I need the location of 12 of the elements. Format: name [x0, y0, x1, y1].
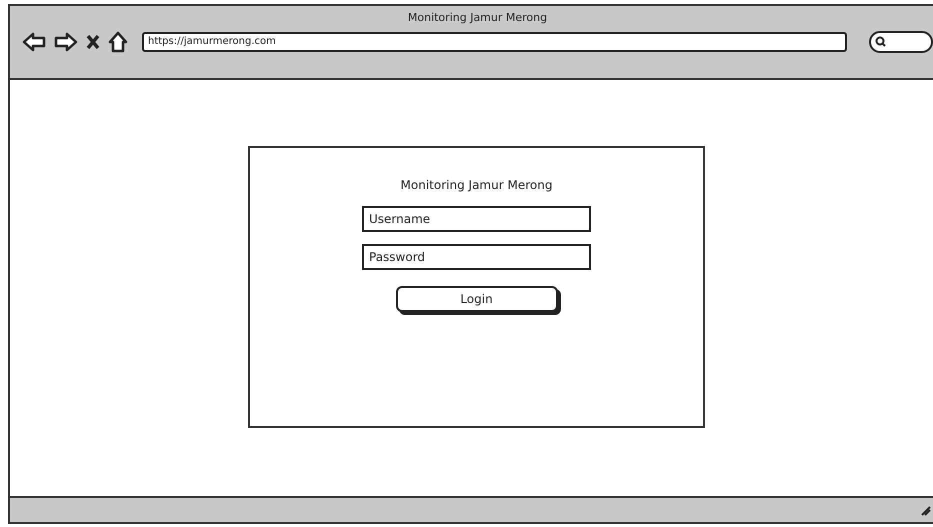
resize-grip-icon[interactable] [921, 504, 931, 516]
search-field[interactable] [869, 30, 933, 52]
input-field[interactable]: Password [362, 244, 591, 270]
home-icon[interactable] [108, 30, 128, 52]
forward-icon[interactable] [54, 32, 78, 52]
window-title: Monitoring Jamur Merong [408, 10, 548, 26]
close-icon[interactable] [86, 34, 100, 50]
address-bar[interactable]: https://jamurmerong.com [142, 32, 847, 52]
search-icon [875, 36, 886, 47]
login-title: Monitoring Jamur Merong [400, 177, 552, 194]
back-icon[interactable] [22, 32, 46, 52]
input-field[interactable]: Username [362, 206, 591, 232]
